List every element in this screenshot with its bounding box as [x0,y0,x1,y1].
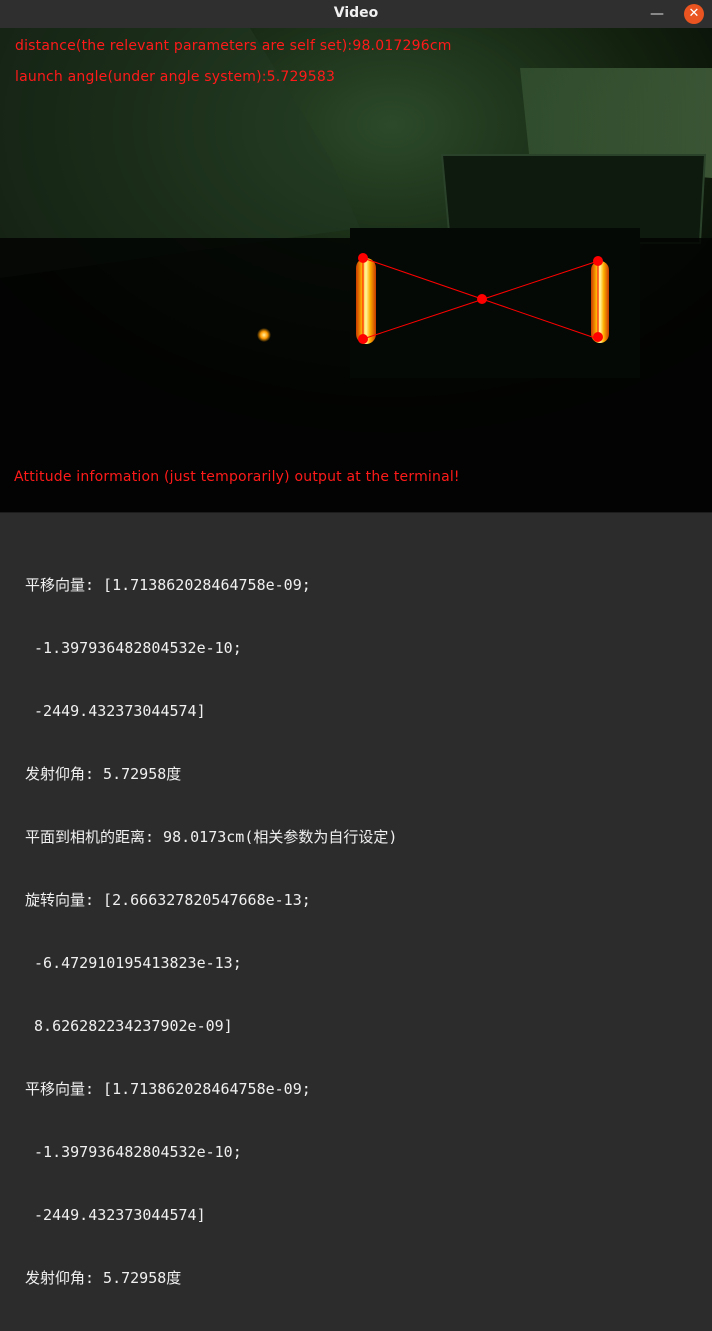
terminal-output[interactable]: 平移向量: [1.713862028464758e-09; -1.3979364… [0,512,712,1287]
window-title: Video [333,5,379,21]
corner-point-top-left [358,253,368,263]
terminal-line: 发射仰角: 5.72958度 [25,1269,182,1287]
video-frame: distance(the relevant parameters are sel… [0,28,712,512]
terminal-text: 平移向量: [1.713862028464758e-09; -1.3979364… [25,533,397,1331]
center-point [477,294,487,304]
terminal-line: 发射仰角: 5.72958度 [25,765,182,783]
terminal-line: -2449.432373044574] [25,1206,206,1224]
terminal-line: 平移向量: [1.713862028464758e-09; [25,576,311,594]
terminal-line: -2449.432373044574] [25,702,206,720]
close-button[interactable]: ✕ [684,4,704,24]
terminal-line: -1.397936482804532e-10; [25,1143,242,1161]
terminal-line: 旋转向量: [2.666327820547668e-13; [25,891,311,909]
minimize-icon: — [650,6,664,22]
terminal-line: 8.626282234237902e-09] [25,1017,233,1035]
distance-readout: distance(the relevant parameters are sel… [15,38,452,54]
corner-point-top-right [593,256,603,266]
close-icon: ✕ [688,6,700,21]
camera-image [0,28,712,512]
terminal-line: -6.472910195413823e-13; [25,954,242,972]
attitude-notice: Attitude information (just temporarily) … [14,469,460,485]
left-light-bar [356,258,376,344]
terminal-line: 平面到相机的距离: 98.0173cm(相关参数为自行设定) [25,828,398,846]
terminal-line: -1.397936482804532e-10; [25,639,242,657]
small-light-dot [257,328,271,342]
minimize-button[interactable]: — [646,3,668,25]
launch-angle-readout: launch angle(under angle system):5.72958… [15,69,336,85]
right-light-bar [591,261,609,343]
corner-point-bottom-left [358,334,368,344]
window-titlebar[interactable]: Video — ✕ [0,0,712,28]
terminal-line: 平移向量: [1.713862028464758e-09; [25,1080,311,1098]
corner-point-bottom-right [593,332,603,342]
